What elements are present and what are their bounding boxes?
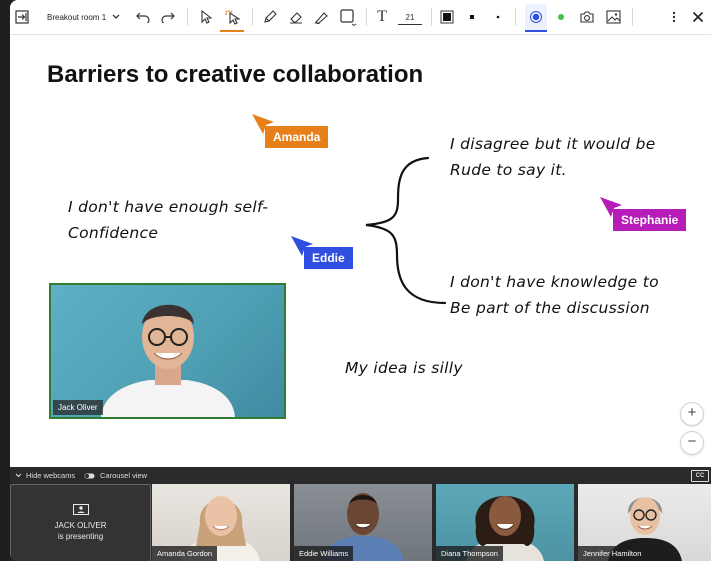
note-idea-silly[interactable]: My idea is silly: [345, 355, 463, 381]
color-swatch-black[interactable]: [439, 6, 455, 28]
shape-square-icon[interactable]: [338, 6, 358, 28]
zoom-in-button[interactable]: +: [680, 402, 704, 426]
participant-tile[interactable]: Amanda Gordon: [152, 484, 290, 561]
divider: [366, 8, 367, 26]
participant-tile[interactable]: Diana Thompson: [436, 484, 574, 561]
video-name-label: Jack Oliver: [53, 400, 103, 415]
carousel-view-label: Carousel view: [100, 471, 148, 480]
stroke-small-icon[interactable]: [493, 6, 503, 28]
participant-name: Jennifer Hamilton: [578, 546, 647, 561]
room-select[interactable]: Breakout room 1: [47, 6, 120, 28]
color-blue-swatch[interactable]: [525, 4, 547, 32]
note-line: Rude to say it.: [450, 161, 567, 179]
toolbar: Breakout room 1 T 21: [10, 0, 711, 35]
stroke-medium-icon[interactable]: [466, 6, 478, 28]
whiteboard-canvas[interactable]: Barriers to creative collaboration Amand…: [10, 35, 711, 467]
select-pointer-icon[interactable]: [198, 6, 214, 28]
whiteboard-app: Breakout room 1 T 21 Barriers to creativ…: [10, 0, 711, 561]
room-select-label: Breakout room 1: [47, 12, 107, 22]
participant-name: Eddie Williams: [294, 546, 354, 561]
chevron-down-icon: [15, 473, 22, 478]
participant-name: Amanda Gordon: [152, 546, 218, 561]
hide-webcams-label: Hide webcams: [26, 471, 76, 480]
chevron-down-icon: [112, 14, 120, 19]
font-size-value: 21: [405, 12, 415, 22]
participant-tile[interactable]: Jennifer Hamilton: [578, 484, 711, 561]
participant-tile[interactable]: Eddie Williams: [294, 484, 432, 561]
cursor-label-stephanie: Stephanie: [613, 209, 687, 231]
presenter-video[interactable]: Jack Oliver: [49, 283, 286, 419]
image-icon[interactable]: [604, 6, 622, 28]
curly-brace-drawing[interactable]: [360, 155, 450, 310]
carousel-view-toggle[interactable]: Carousel view: [84, 471, 147, 480]
note-self-confidence[interactable]: I don't have enough self- Confidence: [68, 194, 268, 246]
collapse-panel-icon[interactable]: [14, 6, 30, 28]
color-green-swatch[interactable]: [555, 6, 567, 28]
screen-share-icon: [72, 504, 89, 515]
eraser-icon[interactable]: [288, 6, 304, 28]
close-icon[interactable]: [690, 6, 706, 28]
person-avatar: [101, 304, 235, 417]
board-title: Barriers to creative collaboration: [47, 61, 424, 88]
divider: [632, 8, 633, 26]
note-line: Be part of the discussion: [450, 299, 650, 317]
presenter-name: JACK OLIVER: [54, 521, 107, 530]
more-options-icon[interactable]: [668, 6, 680, 28]
note-line: I disagree but it would be: [450, 135, 656, 153]
cursor-label-amanda: Amanda: [265, 126, 329, 148]
pen-icon[interactable]: [262, 6, 278, 28]
webcam-strip: Hide webcams Carousel view CC JACK OLIVE…: [10, 467, 711, 561]
undo-icon[interactable]: [135, 6, 151, 28]
closed-captions-button[interactable]: CC: [691, 470, 709, 482]
note-line: I don't have knowledge to: [450, 273, 659, 291]
divider: [515, 8, 516, 26]
zoom-out-button[interactable]: −: [680, 431, 704, 455]
font-size-select[interactable]: 21: [398, 10, 422, 25]
divider: [252, 8, 253, 26]
presenter-tile: JACK OLIVER is presenting: [10, 484, 151, 561]
presenter-status: is presenting: [57, 532, 104, 541]
text-tool-icon[interactable]: T: [374, 6, 390, 28]
note-disagree[interactable]: I disagree but it would be Rude to say i…: [450, 131, 656, 183]
note-line: My idea is silly: [345, 359, 463, 377]
hide-webcams-toggle[interactable]: Hide webcams: [15, 471, 75, 480]
participant-name: Diana Thompson: [436, 546, 503, 561]
camera-icon[interactable]: [578, 6, 596, 28]
divider: [431, 8, 432, 26]
divider: [187, 8, 188, 26]
toggle-switch-icon: [84, 473, 95, 478]
note-line: Confidence: [68, 224, 159, 242]
note-line: I don't have enough self-: [68, 198, 269, 216]
highlighter-icon[interactable]: [313, 6, 329, 28]
webcam-strip-header: Hide webcams Carousel view CC: [10, 467, 711, 483]
cursor-label-eddie: Eddie: [304, 247, 353, 269]
redo-icon[interactable]: [160, 6, 176, 28]
note-knowledge[interactable]: I don't have knowledge to Be part of the…: [450, 269, 659, 321]
laser-pointer-icon[interactable]: [220, 4, 244, 32]
